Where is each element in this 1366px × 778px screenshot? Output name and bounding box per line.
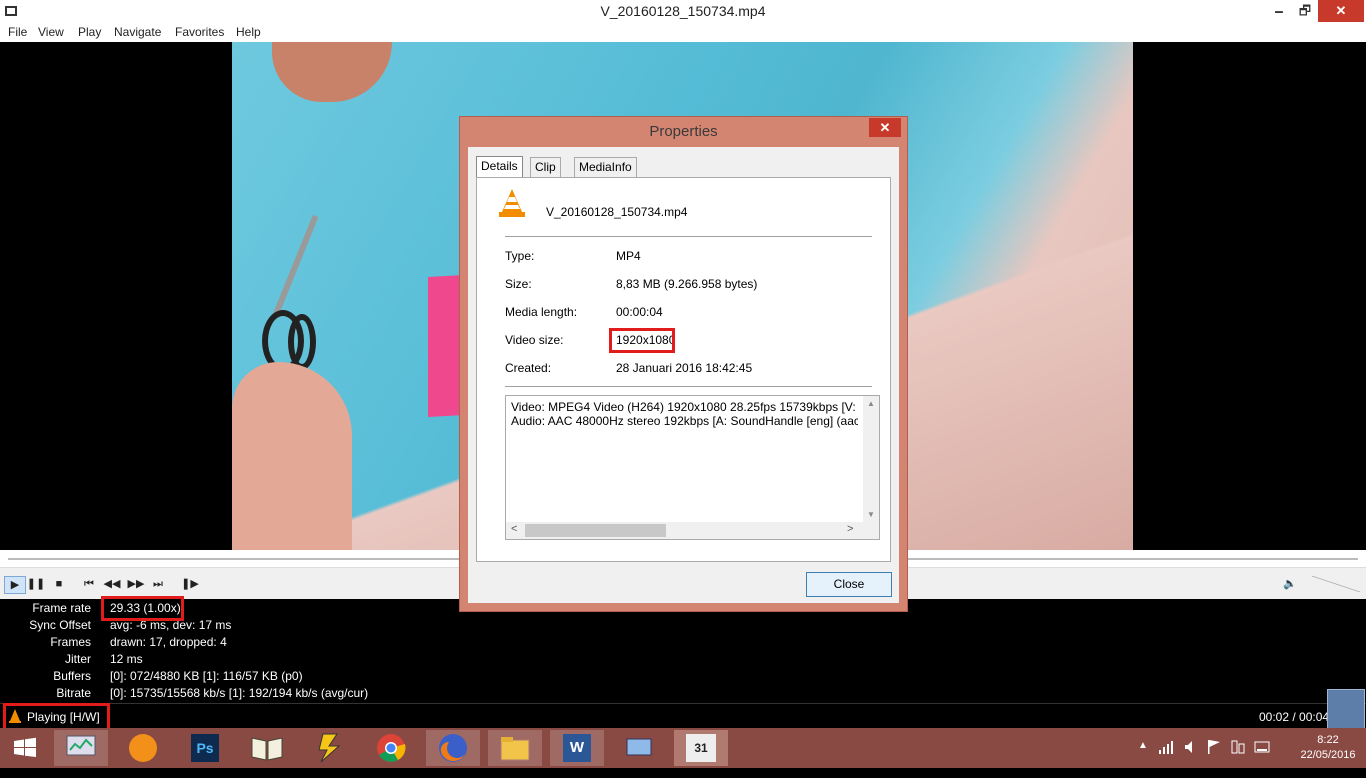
keyboard-icon[interactable] [1254, 739, 1270, 755]
statistics-panel: Frame rate 29.33 (1.00x) Sync Offset avg… [0, 596, 1366, 703]
speaker-icon[interactable]: 🔈 [1280, 576, 1300, 592]
uc-browser-icon[interactable] [116, 730, 170, 766]
title-bar: V_20160128_150734.mp4 🗕 🗗 ✕ [0, 0, 1366, 24]
signal-icon[interactable] [1158, 740, 1174, 754]
horizontal-scrollbar[interactable]: < > [506, 522, 879, 539]
devices-icon[interactable] [1230, 739, 1246, 755]
menu-play[interactable]: Play [78, 25, 101, 39]
next-button[interactable]: ⏭ [148, 576, 168, 592]
menu-file[interactable]: File [8, 25, 27, 39]
book-reader-icon[interactable] [240, 730, 294, 766]
volume-slider[interactable] [1312, 576, 1360, 592]
tab-mediainfo[interactable]: MediaInfo [574, 157, 637, 177]
separator-top [505, 236, 872, 237]
mpc-label: 31 [686, 734, 716, 762]
frame-step-button[interactable]: ❚▶ [180, 576, 200, 592]
forward-button[interactable]: ▶▶ [126, 576, 146, 592]
explorer-monitor-icon[interactable] [54, 730, 108, 766]
tray-chevron-icon[interactable]: ▲ [1138, 740, 1148, 751]
dialog-close-icon[interactable]: ✕ [869, 118, 901, 137]
stat-label-jitter: Jitter [64, 652, 91, 666]
menu-view[interactable]: View [38, 25, 64, 39]
separator-bottom [505, 386, 872, 387]
stat-label-buffers: Buffers [53, 669, 91, 683]
taskbar: Ps W 31 ▲ 8:22 22/05/2016 [0, 728, 1366, 768]
clock-time: 8:22 [1317, 734, 1339, 746]
prop-label-size: Size: [505, 277, 532, 291]
clock[interactable]: 8:22 22/05/2016 [1290, 733, 1366, 763]
prop-label-media-length: Media length: [505, 305, 578, 319]
details-panel: V_20160128_150734.mp4 Type: MP4 Size: 8,… [476, 177, 891, 562]
stat-label-bitrate: Bitrate [56, 686, 91, 700]
media-player-classic-icon[interactable]: 31 [674, 730, 728, 766]
scroll-up-icon[interactable]: ▲ [863, 399, 879, 408]
dialog-title: Properties [649, 123, 718, 140]
scroll-down-icon[interactable]: ▼ [863, 510, 879, 519]
close-button[interactable]: ✕ [1318, 0, 1364, 22]
prop-label-type: Type: [505, 249, 535, 263]
volume-tray-icon[interactable] [1184, 740, 1198, 754]
properties-dialog: Properties ✕ Details Clip MediaInfo V_20… [459, 116, 908, 612]
menu-favorites[interactable]: Favorites [175, 25, 224, 39]
clock-date: 22/05/2016 [1300, 749, 1356, 761]
highlight-frame-rate [101, 596, 184, 621]
stat-value-jitter: 12 ms [110, 652, 143, 666]
highlight-status [3, 703, 110, 731]
play-button[interactable]: ▶ [4, 576, 26, 594]
prop-value-size: 8,83 MB (9.266.958 bytes) [616, 277, 758, 291]
scroll-right-icon[interactable]: > [847, 523, 853, 535]
fullscreen-icon[interactable] [1327, 689, 1365, 729]
horizontal-scroll-thumb[interactable] [525, 524, 666, 537]
stat-value-bitrate: [0]: 15735/15568 kb/s [1]: 192/194 kb/s … [110, 686, 369, 700]
stat-label-frames: Frames [50, 635, 91, 649]
pause-button[interactable]: ❚❚ [26, 576, 46, 592]
flag-icon[interactable] [1206, 739, 1222, 755]
file-explorer-icon[interactable] [488, 730, 542, 766]
previous-button[interactable]: ⏮ [79, 576, 99, 592]
prop-label-created: Created: [505, 361, 552, 375]
file-name: V_20160128_150734.mp4 [546, 205, 688, 219]
close-dialog-button[interactable]: Close [806, 572, 892, 597]
stat-label-frame-rate: Frame rate [32, 601, 91, 615]
photoshop-icon[interactable]: Ps [178, 730, 232, 766]
word-label: W [563, 734, 591, 762]
dialog-client: Details Clip MediaInfo V_20160128_150734… [468, 147, 899, 603]
prop-label-video-size: Video size: [505, 333, 564, 347]
firefox-icon[interactable] [426, 730, 480, 766]
tab-details[interactable]: Details [476, 156, 523, 178]
vlc-file-icon [499, 189, 525, 217]
prop-value-created: 28 Januari 2016 18:42:45 [616, 361, 753, 375]
hand-bottom [232, 362, 352, 550]
menu-bar: File View Play Navigate Favorites Help [0, 23, 1366, 42]
photoshop-label: Ps [191, 734, 219, 762]
windows-start-icon[interactable] [0, 730, 50, 766]
scroll-left-icon[interactable]: < [511, 523, 517, 535]
word-icon[interactable]: W [550, 730, 604, 766]
stream-info-text: Video: MPEG4 Video (H264) 1920x1080 28.2… [511, 400, 858, 428]
highlight-video-size [609, 328, 675, 353]
status-bar: Playing [H/W] 00:02 / 00:04 [0, 689, 1366, 731]
stop-button[interactable]: ■ [49, 576, 69, 592]
stream-audio-line: Audio: AAC 48000Hz stereo 192kbps [A: So… [511, 414, 858, 428]
menu-help[interactable]: Help [236, 25, 261, 39]
remote-desktop-icon[interactable] [612, 730, 666, 766]
stat-label-sync-offset: Sync Offset [29, 618, 91, 632]
rewind-button[interactable]: ◀◀ [102, 576, 122, 592]
tab-clip[interactable]: Clip [530, 157, 561, 177]
scissors-handle-2 [288, 314, 316, 370]
window-title: V_20160128_150734.mp4 [600, 3, 766, 19]
chrome-icon[interactable] [364, 730, 418, 766]
maximize-button[interactable]: 🗗 [1290, 0, 1320, 22]
stream-info-box[interactable]: Video: MPEG4 Video (H264) 1920x1080 28.2… [505, 395, 880, 540]
prop-value-type: MP4 [616, 249, 641, 263]
playback-time: 00:02 / 00:04 [1259, 710, 1330, 724]
menu-navigate[interactable]: Navigate [114, 25, 161, 39]
winamp-icon[interactable] [302, 730, 356, 766]
stream-video-line: Video: MPEG4 Video (H264) 1920x1080 28.2… [511, 400, 858, 414]
stat-value-frames: drawn: 17, dropped: 4 [110, 635, 227, 649]
stat-value-buffers: [0]: 072/4880 KB [1]: 116/57 KB (p0) [110, 669, 303, 683]
prop-value-media-length: 00:00:04 [616, 305, 663, 319]
vertical-scrollbar[interactable]: ▲ ▼ [863, 396, 879, 522]
